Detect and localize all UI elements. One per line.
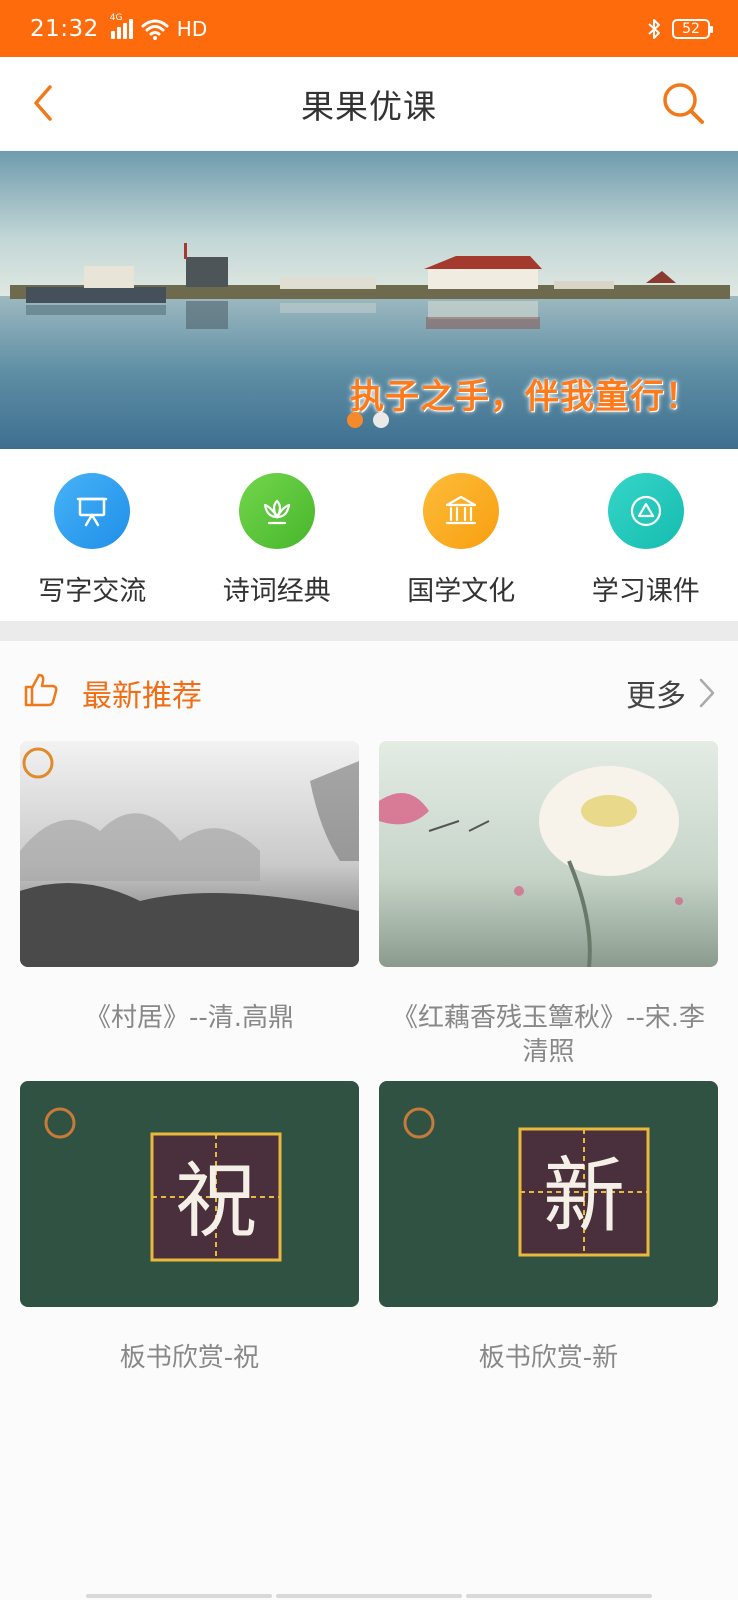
status-time: 21:32 [30,15,99,42]
app-screen: 21:32 4G HD 52 果果优课 执子之手，伴我童行！ 写字交流 诗词经典… [0,0,738,1600]
card-char: 祝 [175,1154,257,1249]
course-title: 板书欣赏-祝 [119,1343,260,1373]
banner-slogan: 执子之手，伴我童行！ [350,377,700,417]
status-bar: 21:32 4G HD 52 [0,0,738,57]
card-char: 新 [543,1149,625,1244]
battery-icon: 52 [672,18,713,39]
more-label: 更多 [626,679,686,714]
category-label: 国学文化 [407,576,516,607]
back-icon[interactable] [26,81,66,125]
carousel-dot [347,412,363,428]
temple-icon [423,473,500,549]
more-button[interactable]: 更多 [626,671,716,715]
section-title: 最新推荐 [82,679,202,714]
carousel-dot [373,412,389,428]
course-thumbnail: 祝 [20,1081,359,1307]
course-card[interactable]: 祝 板书欣赏-祝 [20,1081,359,1375]
course-thumbnail [20,741,359,967]
page-title: 果果优课 [301,86,437,126]
category-label: 学习课件 [591,576,700,607]
wifi-icon [141,19,169,40]
course-thumbnail: 新 [379,1081,718,1307]
category-courseware[interactable]: 学习课件 [554,449,738,621]
category-poetry-classics[interactable]: 诗词经典 [185,449,370,621]
course-title: 《红藕香残玉簟秋》--宋.李清照 [391,1003,706,1067]
category-writing-exchange[interactable]: 写字交流 [0,449,185,621]
course-card[interactable]: 《红藕香残玉簟秋》--宋.李清照 [379,741,718,1069]
cellular-signal-icon: 4G [110,13,133,39]
lotus-icon [238,473,315,549]
carousel-indicator [347,412,389,428]
course-card[interactable]: 《村居》--清.高鼎 [20,741,359,1035]
status-right: 52 [646,17,713,41]
chevron-right-icon [699,678,715,708]
course-title: 板书欣赏-新 [478,1343,619,1373]
section-divider [0,621,738,641]
category-label: 写字交流 [38,576,147,607]
banner-carousel[interactable]: 执子之手，伴我童行！ [0,151,738,449]
thumbs-up-icon [24,673,58,707]
bluetooth-icon [648,18,660,39]
course-title: 《村居》--清.高鼎 [84,1003,295,1033]
category-grid: 写字交流 诗词经典 国学文化 学习课件 [0,449,738,621]
presentation-board-icon [54,473,131,549]
search-icon[interactable] [660,80,708,128]
hd-indicator: HD [176,16,208,41]
recommend-section: 最新推荐 更多 《村居》--清.高鼎 《红藕香残玉簟秋》--宋.李清照 祝 板书… [0,641,738,1600]
home-indicator [86,1594,652,1598]
course-card[interactable]: 新 板书欣赏-新 [379,1081,718,1375]
app-header: 果果优课 [0,57,738,150]
course-thumbnail [379,741,718,967]
category-chinese-culture[interactable]: 国学文化 [369,449,554,621]
triangle-play-icon [607,473,684,549]
status-left: 21:32 4G HD [30,13,208,42]
category-label: 诗词经典 [222,576,331,607]
network-type: 4G [109,12,123,23]
section-header: 最新推荐 更多 [0,641,738,731]
